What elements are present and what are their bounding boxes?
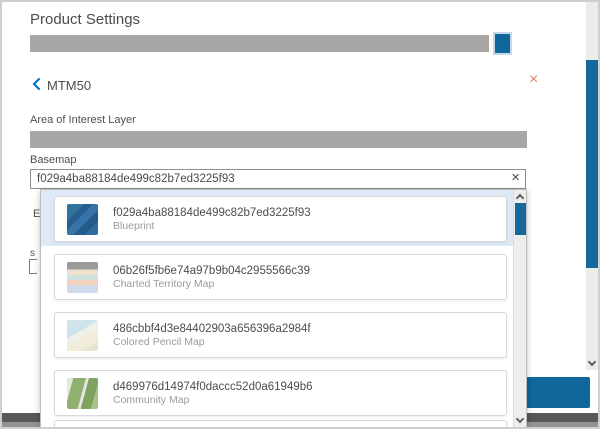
chevron-left-icon — [32, 77, 40, 95]
scroll-down-icon[interactable] — [516, 415, 524, 423]
scroll-up-icon[interactable] — [516, 194, 524, 202]
dropdown-item-partial[interactable] — [54, 420, 507, 429]
dropdown-item-charted-territory[interactable]: 06b26f5fb6e74a97b9b04c2955566c39 Charted… — [54, 254, 507, 300]
item-id: f029a4ba88184de499c82b7ed3225f93 — [113, 206, 311, 220]
page-scrollbar[interactable] — [586, 2, 599, 370]
basemap-label: Basemap — [30, 154, 76, 166]
area-of-interest-input[interactable] — [30, 131, 527, 148]
clear-input-icon[interactable]: × — [511, 171, 525, 187]
blueprint-map-thumbnail — [67, 204, 98, 235]
dropdown-item-blueprint[interactable]: f029a4ba88184de499c82b7ed3225f93 Bluepri… — [54, 196, 507, 242]
dropdown-item-colored-pencil[interactable]: 486cbbf4d3e84402903a656396a2984f Colored… — [54, 312, 507, 358]
close-icon[interactable]: × — [529, 72, 538, 88]
primary-action-button[interactable] — [526, 377, 590, 408]
community-map-thumbnail — [67, 378, 98, 409]
obscured-checkbox[interactable] — [29, 259, 37, 274]
item-id: 486cbbf4d3e84402903a656396a2984f — [113, 322, 311, 336]
item-name: Colored Pencil Map — [113, 336, 311, 349]
dropdown-scrollbar[interactable] — [513, 190, 526, 429]
colored-pencil-map-thumbnail — [67, 320, 98, 351]
basemap-dropdown: f029a4ba88184de499c82b7ed3225f93 Bluepri… — [40, 189, 527, 429]
back-link[interactable]: MTM50 — [32, 76, 91, 94]
redacted-header-bar — [30, 35, 489, 52]
browser-viewport: Product Settings MTM50 × Area of Interes… — [0, 0, 600, 429]
item-id: d469976d14974f0daccc52d0a61949b6 — [113, 380, 313, 394]
dropdown-item-community[interactable]: d469976d14974f0daccc52d0a61949b6 Communi… — [54, 370, 507, 416]
obscured-field-label-2: s — [30, 248, 35, 259]
item-name: Blueprint — [113, 220, 311, 233]
back-link-label: MTM50 — [47, 78, 91, 93]
basemap-combobox: × — [30, 169, 526, 189]
page-title: Product Settings — [30, 11, 140, 28]
area-of-interest-label: Area of Interest Layer — [30, 114, 136, 126]
basemap-input[interactable] — [31, 171, 511, 187]
item-name: Charted Territory Map — [113, 278, 310, 291]
dropdown-scrollbar-thumb[interactable] — [515, 203, 526, 235]
item-id: 06b26f5fb6e74a97b9b04c2955566c39 — [113, 264, 310, 278]
scroll-down-icon[interactable] — [588, 358, 596, 366]
charted-territory-map-thumbnail — [67, 262, 98, 293]
item-name: Community Map — [113, 394, 313, 407]
header-action-button[interactable] — [495, 34, 510, 53]
page-scrollbar-thumb[interactable] — [586, 60, 599, 268]
